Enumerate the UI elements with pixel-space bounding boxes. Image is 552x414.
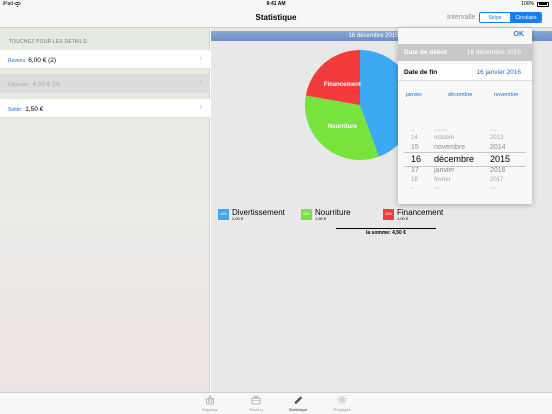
total-sum: la somme: 4,50 € [365,230,407,236]
picker-option[interactable]: 2015 [490,154,510,164]
pie-slice-financement [305,50,360,105]
legend-amount: 1,00 € [397,216,409,221]
row-value: 4,50 € (3) [32,81,61,88]
chevron-right-icon: › [199,79,202,86]
legend-amount: 1,50 € [315,216,327,221]
start-date-value: 16 décembre 2015 [466,49,521,56]
battery-icon [537,1,549,7]
picker-option[interactable]: 15 [411,144,419,151]
segment-stripe[interactable]: Stripe [480,13,511,22]
date-picker-wheel[interactable]: 13 14 15 16 17 18 19 septembre octobre novembre d… [398,124,532,200]
row-label: Dépense: 4,50 € (3) [8,81,61,88]
month-shortcut-decembre[interactable]: décembre [448,92,472,98]
picker-option[interactable]: décembre [434,154,474,164]
ok-button[interactable]: OK [514,31,525,38]
picker-option[interactable]: 14 [411,135,418,141]
legend-amount: 2,00 € [232,216,244,221]
battery-percent: 100% [521,1,534,7]
row-label: Revenu 6,00 € (2) [8,57,57,64]
nav-bar: Statistique Intervalle Stripe Circulaire [0,8,552,28]
row-label: Solde: 1,50 € [8,106,44,113]
intervalle-button[interactable]: Intervalle [447,14,475,21]
legend-badge: 33% [301,209,312,220]
tab-bar: Dépense Revenu Statistique Réglages [0,392,552,414]
month-shortcut-janvier[interactable]: janvier [406,92,422,98]
picker-option[interactable]: 2017 [490,177,503,183]
start-date-label: Date de début [404,49,447,56]
briefcase-icon [251,396,261,405]
tab-reglages[interactable]: Réglages [329,393,355,414]
picker-selection-top [404,152,526,153]
sidebar-header: TOUCHEZ POUR LES DÉTAILS: [9,39,88,45]
picker-option[interactable]: 2018 [490,186,497,190]
picker-option[interactable]: 18 [411,177,418,183]
picker-option[interactable]: mars [434,186,441,190]
ruler-icon [294,396,303,405]
tab-label: Revenu [249,407,263,412]
picker-option[interactable]: septembre [434,128,448,132]
summary-sidebar: TOUCHEZ POUR LES DÉTAILS: Revenu 6,00 € (… [0,28,210,392]
month-shortcut-novembre[interactable]: novembre [494,92,518,98]
month-shortcuts: janvier décembre novembre [398,89,532,101]
status-bar: iPad 9:41 AM 100% [0,0,552,8]
picker-option[interactable]: 16 [411,154,421,164]
row-value: 6,00 € (2) [28,57,57,64]
end-date-value: 16 janvier 2016 [476,69,521,76]
picker-option[interactable]: janvier [434,167,455,174]
chevron-right-icon: › [199,55,202,62]
row-revenu[interactable]: Revenu 6,00 € (2) › [0,50,210,69]
picker-option[interactable]: février [434,177,451,183]
picker-option[interactable]: 2014 [490,144,506,151]
picker-option[interactable]: 13 [411,128,414,132]
picker-option[interactable]: 2012 [490,128,497,132]
picker-option[interactable]: 2013 [490,135,503,141]
legend-badge: 44% [218,209,229,220]
tab-statistique[interactable]: Statistique [285,393,311,414]
date-range-popover: OK Date de début 16 décembre 2015 Date d… [398,28,532,204]
end-date-row[interactable]: Date de fin 16 janvier 2016 [398,64,532,81]
chart-type-segmented-control: Stripe Circulaire [479,12,542,23]
chevron-right-icon: › [199,104,202,111]
sum-divider [336,228,436,229]
picker-option[interactable]: octobre [434,135,454,141]
tab-label: Dépense [201,407,218,412]
chart-legend: 44% Divertissement 2,00 € 33% Nourriture… [218,208,518,228]
row-depense[interactable]: Dépense: 4,50 € (3) › [0,74,210,93]
picker-option[interactable]: novembre [434,144,465,151]
gear-icon [338,396,346,404]
tab-label: Réglages [333,407,351,412]
tab-depense[interactable]: Dépense [197,393,223,414]
start-date-row[interactable]: Date de début 16 décembre 2015 [398,44,532,61]
picker-option[interactable]: 2016 [490,167,506,174]
tab-label: Statistique [288,407,308,412]
segment-circulaire[interactable]: Circulaire [511,13,541,22]
row-solde[interactable]: Solde: 1,50 € › [0,99,210,118]
status-time: 9:41 AM [266,1,286,7]
tab-revenu[interactable]: Revenu [243,393,269,414]
legend-badge: 22% [383,209,394,220]
pie-label-nourriture: Nourriture [328,124,358,130]
picker-selection-bottom [404,166,526,167]
end-date-label: Date de fin [404,69,438,76]
row-value: 1,50 € [25,106,44,113]
picker-option[interactable]: 17 [411,167,419,174]
basket-icon [205,395,215,405]
pie-label-financement: Financement [324,82,361,88]
picker-option[interactable]: 19 [411,186,414,190]
